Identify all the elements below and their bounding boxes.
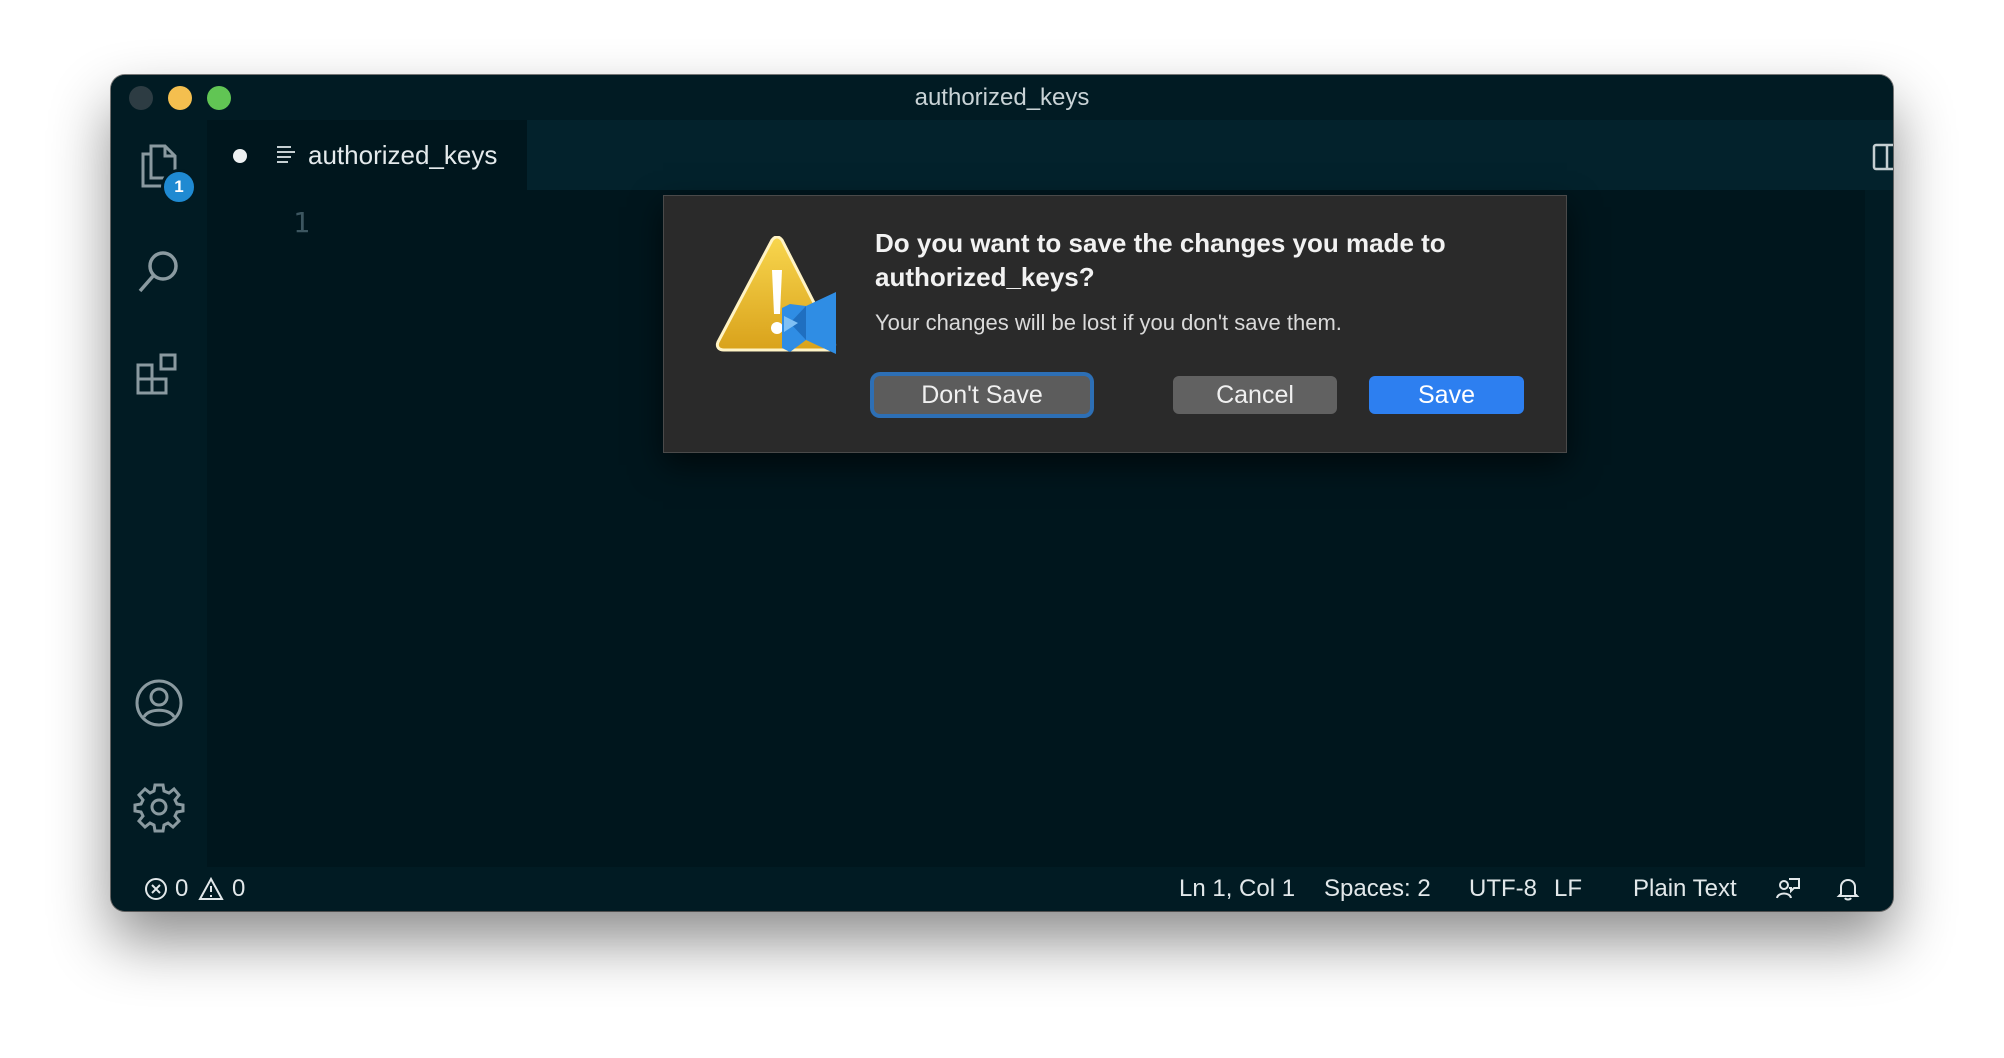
activity-bar: 1 [111, 120, 207, 867]
error-icon[interactable] [143, 876, 169, 902]
cancel-button[interactable]: Cancel [1173, 376, 1337, 414]
save-button[interactable]: Save [1369, 376, 1524, 414]
split-editor-icon[interactable] [1870, 140, 1893, 174]
language-mode[interactable]: Plain Text [1633, 875, 1737, 903]
dialog-message: Your changes will be lost if you don't s… [875, 310, 1342, 335]
window-title: authorized_keys [914, 84, 1090, 111]
dont-save-button[interactable]: Don't Save [874, 376, 1090, 414]
dialog-title: Do you want to save the changes you made… [875, 228, 1446, 292]
warning-count[interactable]: 0 [232, 875, 245, 903]
text-file-icon [274, 142, 298, 166]
encoding-setting[interactable]: UTF-8 [1469, 875, 1537, 903]
cursor-position[interactable]: Ln 1, Col 1 [1179, 875, 1295, 903]
vscode-window: authorized_keys 1 authorized_keys 1 0 0 … [111, 75, 1893, 911]
editor-tab-bar: authorized_keys [207, 120, 1893, 190]
title-bar: authorized_keys [111, 75, 1893, 120]
extensions-icon[interactable] [133, 349, 185, 401]
error-count[interactable]: 0 [175, 875, 188, 903]
line-number: 1 [293, 206, 310, 239]
editor-scrollbar[interactable] [1865, 190, 1893, 867]
tab-label: authorized_keys [308, 140, 498, 170]
eol-setting[interactable]: LF [1554, 875, 1582, 903]
save-changes-dialog: Do you want to save the changes you made… [663, 195, 1567, 453]
status-bar: 0 0 Ln 1, Col 1 Spaces: 2 UTF-8 LF Plain… [111, 867, 1893, 911]
search-icon[interactable] [133, 246, 185, 298]
warning-vscode-icon [714, 235, 844, 360]
settings-gear-icon[interactable] [133, 781, 185, 833]
indentation-setting[interactable]: Spaces: 2 [1324, 875, 1431, 903]
feedback-icon[interactable] [1775, 876, 1801, 902]
unsaved-dot-icon[interactable] [233, 149, 247, 163]
notifications-bell-icon[interactable] [1835, 876, 1861, 902]
account-icon[interactable] [133, 677, 185, 729]
warning-icon[interactable] [198, 876, 224, 902]
tab-authorized-keys[interactable]: authorized_keys [207, 120, 527, 190]
explorer-badge: 1 [161, 169, 197, 205]
